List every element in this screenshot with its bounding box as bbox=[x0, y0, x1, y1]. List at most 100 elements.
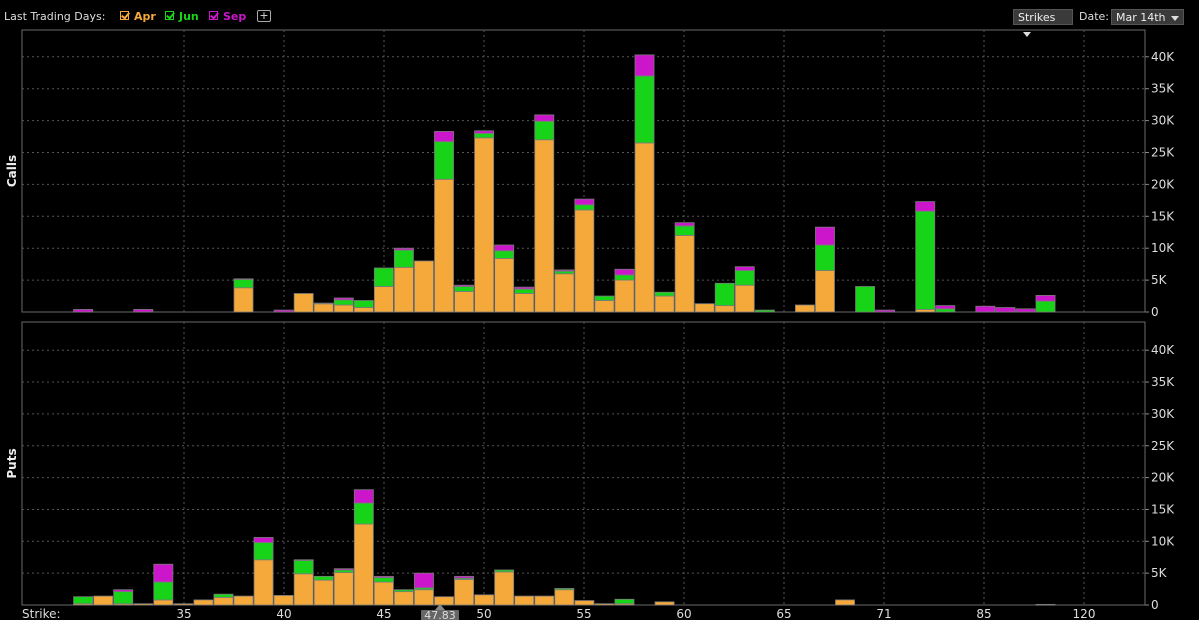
bar-sep bbox=[995, 307, 1016, 313]
bar-apr bbox=[133, 603, 154, 606]
price-marker-label: 47.83 bbox=[424, 609, 456, 620]
y-tick-label: 25K bbox=[1151, 146, 1175, 160]
bar-apr bbox=[253, 559, 274, 606]
bar-sep bbox=[935, 305, 956, 310]
bar-apr bbox=[594, 300, 615, 313]
y-tick-label: 15K bbox=[1151, 209, 1175, 223]
bar-apr bbox=[694, 303, 715, 313]
y-tick-label: 15K bbox=[1151, 502, 1175, 516]
open-interest-chart: 0 5K 10K 15K 20K 25K 30K 35K 40K Calls 0 5K 10K 15K 20… bbox=[5, 29, 1175, 620]
bar-jun bbox=[434, 141, 454, 180]
bar-apr bbox=[153, 599, 174, 606]
bar-apr bbox=[434, 596, 454, 606]
bar-sep bbox=[414, 572, 434, 589]
bar-apr bbox=[734, 284, 755, 313]
bar-jun bbox=[454, 286, 474, 292]
bar-sep bbox=[1035, 603, 1056, 606]
bar-apr bbox=[494, 258, 515, 313]
x-tick-label: 65 bbox=[776, 607, 791, 620]
bar-apr bbox=[554, 273, 575, 313]
bar-sep bbox=[514, 286, 535, 290]
bar-apr bbox=[414, 589, 434, 606]
bar-jun bbox=[373, 577, 394, 583]
y-tick-label: 10K bbox=[1151, 241, 1175, 255]
bar-jun bbox=[674, 225, 695, 236]
bar-sep bbox=[434, 131, 454, 143]
bar-jun bbox=[293, 560, 314, 575]
bar-apr bbox=[514, 293, 535, 313]
bar-sep bbox=[674, 222, 695, 227]
bar-apr bbox=[795, 304, 815, 313]
bar-sep bbox=[1035, 295, 1056, 302]
y-tick-label: 0 bbox=[1151, 305, 1159, 319]
panel-calls: 0 5K 10K 15K 20K 25K 30K 35K 40K Calls bbox=[5, 29, 1175, 319]
bar-jun bbox=[313, 302, 334, 305]
bar-sep bbox=[73, 309, 94, 313]
bar-apr bbox=[454, 579, 474, 606]
bar-sep bbox=[454, 575, 474, 579]
bar-sep bbox=[534, 114, 555, 122]
bar-apr bbox=[193, 599, 214, 606]
bar-jun bbox=[153, 581, 174, 601]
bar-apr bbox=[654, 601, 675, 606]
bar-apr bbox=[313, 303, 334, 313]
y-tick-label: 0 bbox=[1151, 598, 1159, 612]
bar-apr bbox=[554, 589, 575, 606]
y-tick-label: 5K bbox=[1151, 566, 1168, 580]
bar-apr bbox=[474, 137, 495, 313]
bar-jun bbox=[494, 250, 515, 259]
bar-sep bbox=[474, 130, 495, 134]
bar-apr bbox=[534, 595, 555, 606]
bar-jun bbox=[494, 569, 515, 573]
bar-apr bbox=[373, 286, 394, 313]
bar-apr bbox=[293, 573, 314, 606]
bar-jun bbox=[714, 282, 735, 307]
bar-sep bbox=[393, 247, 414, 251]
bar-jun bbox=[654, 291, 675, 297]
y-tick-label: 30K bbox=[1151, 407, 1175, 421]
bar-sep bbox=[915, 201, 936, 212]
bar-sep bbox=[875, 309, 896, 313]
bar-sep bbox=[975, 305, 996, 313]
x-tick-label: 55 bbox=[576, 607, 591, 620]
y-tick-label: 10K bbox=[1151, 534, 1175, 548]
bar-sep bbox=[113, 589, 134, 593]
bar-jun bbox=[855, 286, 875, 313]
bar-jun bbox=[935, 308, 956, 313]
bar-apr bbox=[313, 579, 334, 606]
x-tick-label: 45 bbox=[376, 607, 391, 620]
bar-jun bbox=[393, 249, 414, 268]
y-tick-label: 5K bbox=[1151, 273, 1168, 287]
panel-puts: 0 5K 10K 15K 20K 25K 30K 35K 40K Puts bbox=[5, 321, 1175, 612]
bar-apr bbox=[393, 591, 414, 606]
bar-apr bbox=[454, 291, 474, 313]
bar-sep bbox=[494, 244, 515, 252]
bar-apr bbox=[393, 266, 414, 313]
x-tick-label: 71 bbox=[876, 607, 891, 620]
bar-apr bbox=[494, 571, 515, 606]
bar-sep bbox=[253, 537, 274, 543]
bar-apr bbox=[574, 600, 595, 606]
bar-jun bbox=[353, 300, 374, 308]
bar-sep bbox=[333, 297, 354, 301]
x-tick-label: 60 bbox=[676, 607, 691, 620]
bar-jun bbox=[1035, 300, 1056, 313]
bar-sep bbox=[454, 284, 474, 287]
bar-jun bbox=[333, 299, 354, 306]
bar-jun bbox=[554, 588, 575, 591]
y-tick-label: 20K bbox=[1151, 177, 1175, 191]
bar-jun bbox=[373, 267, 394, 287]
bar-apr bbox=[674, 235, 695, 313]
bar-jun bbox=[474, 132, 495, 139]
bar-sep bbox=[815, 226, 835, 246]
bar-apr bbox=[273, 595, 294, 606]
bar-jun bbox=[614, 598, 635, 605]
y-tick-label: 30K bbox=[1151, 114, 1175, 128]
bar-jun bbox=[313, 575, 334, 581]
bar-sep bbox=[554, 269, 575, 272]
y-tick-label: 35K bbox=[1151, 375, 1175, 389]
bar-apr bbox=[514, 595, 535, 606]
bar-jun bbox=[614, 274, 635, 281]
bar-jun bbox=[754, 309, 775, 313]
bar-jun bbox=[233, 279, 254, 289]
